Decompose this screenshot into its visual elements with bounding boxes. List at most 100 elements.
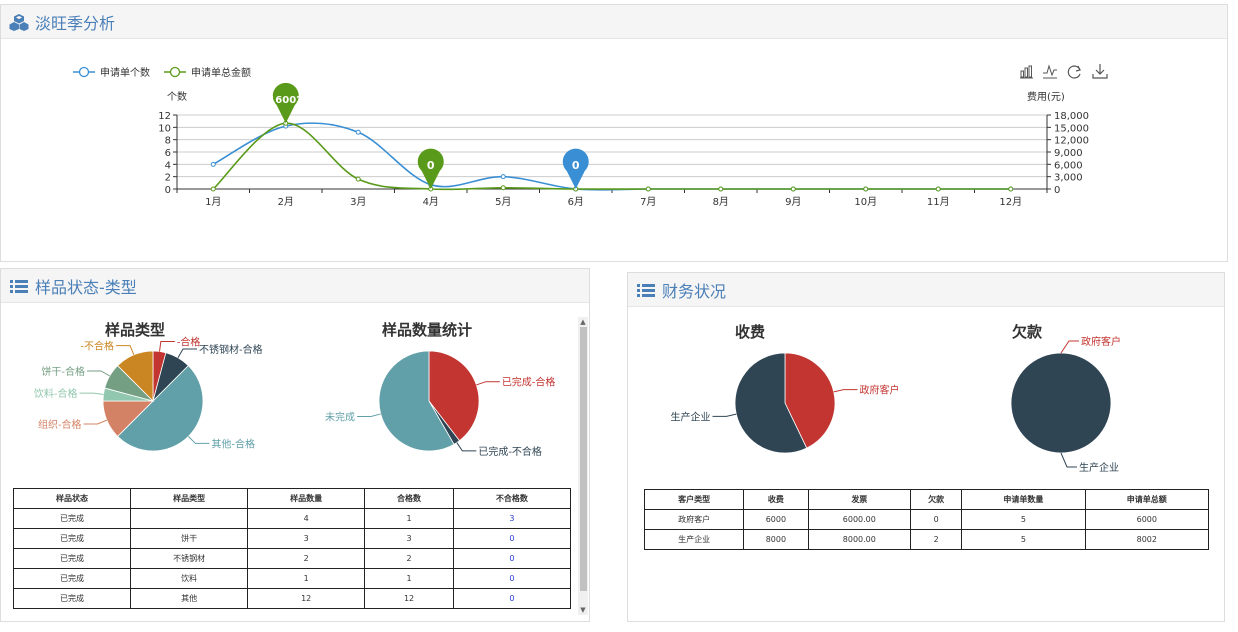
- sample-panel-header: 样品状态-类型: [1, 269, 589, 303]
- pie-label: -合格: [177, 336, 201, 349]
- table-row: 已完成 饼干 3 3 0: [12, 528, 572, 549]
- scroll-up-icon[interactable]: ▲: [578, 317, 588, 327]
- table-cell: 3: [247, 528, 366, 549]
- pie-label-line: [87, 370, 110, 377]
- table-cell: 8000: [743, 529, 809, 550]
- sample-count-pie-chart: 样品数量统计已完成-合格已完成-不合格 未完成: [325, 321, 555, 458]
- y-right-tick-label: 15,000: [1054, 123, 1089, 134]
- pie-label-line: [476, 381, 500, 386]
- table-cell: 12: [364, 588, 454, 609]
- x-tick-label: 11月: [927, 196, 950, 208]
- table-cell: 已完成: [12, 588, 132, 609]
- line: [1043, 64, 1057, 77]
- marker-pin[interactable]: 0: [562, 148, 589, 189]
- sample-table: 样品状态 样品类型 样品数量 合格数 不合格数 已完成 4 1 3 已完成 饼干 3 3 0 已完成 不锈钢…: [12, 488, 572, 609]
- data-point[interactable]: [355, 176, 361, 182]
- table-cell: 饼干: [130, 528, 249, 549]
- table-row: 已完成 饮料 1 1 0: [12, 568, 572, 589]
- table-cell: [130, 508, 249, 529]
- table-row: 政府客户 6000 6000.00 0 5 6000: [643, 509, 1210, 530]
- x-tick-label: 4月: [423, 196, 439, 208]
- table-row: 已完成 4 1 3: [12, 508, 572, 529]
- table-cell: 5: [961, 529, 1086, 550]
- data-point[interactable]: [500, 174, 506, 180]
- data-point[interactable]: [863, 186, 869, 192]
- pie-label-line: [833, 389, 858, 393]
- marker-pin[interactable]: 0: [417, 148, 444, 189]
- marker-pin[interactable]: 16002: [268, 82, 303, 124]
- scroll-down-icon[interactable]: ▼: [578, 605, 588, 615]
- y-tick-label: 12: [158, 111, 171, 122]
- table-cell[interactable]: 0: [452, 528, 572, 549]
- x-tick-label: 8月: [713, 196, 729, 208]
- pie-label-line: [159, 341, 175, 352]
- data-point[interactable]: [355, 129, 361, 135]
- x-tick-label: 12月: [999, 196, 1022, 208]
- finance-table: 客户类型 收费 发票 欠款 申请单数量 申请单总额 政府客户 6000 6000.00 0 5 60…: [643, 489, 1210, 550]
- data-point[interactable]: [1008, 186, 1014, 192]
- x-tick-label: 2月: [278, 196, 294, 208]
- bar: [1024, 67, 1028, 78]
- y-tick-label: 8: [165, 136, 171, 147]
- table-cell[interactable]: 3: [452, 508, 572, 529]
- list-icon: [637, 283, 655, 297]
- scrollbar-thumb[interactable]: [580, 327, 587, 591]
- legend-symbol: [78, 66, 90, 78]
- cubes-icon: [9, 13, 29, 31]
- pie-label: 生产企业: [671, 410, 711, 423]
- season-panel-header: 淡旺季分析: [1, 5, 1227, 39]
- table-cell: 不锈钢材: [130, 548, 249, 569]
- column-header: 发票: [807, 489, 912, 510]
- legend-label: 申请单个数: [100, 66, 150, 79]
- table-cell[interactable]: 0: [452, 588, 572, 609]
- pie-label-line: [188, 436, 210, 444]
- pie-slices: [102, 350, 204, 452]
- column-header: 收费: [743, 489, 809, 510]
- table-cell: 0: [910, 509, 963, 530]
- pin-label: 0: [572, 159, 580, 172]
- y-right-tick-label: 3,000: [1054, 173, 1083, 184]
- column-header: 客户类型: [643, 489, 745, 510]
- pie-label-line: [357, 413, 381, 418]
- table-cell: 2: [364, 548, 454, 569]
- data-point[interactable]: [500, 185, 506, 191]
- y-axis-right-title: 费用(元): [1027, 90, 1065, 103]
- pie-title: 样品类型: [105, 321, 165, 339]
- column-header: 不合格数: [452, 488, 572, 509]
- data-point[interactable]: [210, 161, 216, 167]
- y-tick-label: 4: [165, 160, 171, 171]
- data-point[interactable]: [645, 186, 651, 192]
- table-cell: 5: [961, 509, 1086, 530]
- sample-panel-scrollbar[interactable]: ▲ ▼: [578, 317, 588, 615]
- x-tick-label: 10月: [854, 196, 877, 208]
- x-tick-label: 1月: [205, 196, 221, 208]
- table-cell[interactable]: 0: [452, 568, 572, 589]
- y-right-tick-label: 0: [1054, 185, 1060, 196]
- table-cell[interactable]: 0: [452, 548, 572, 569]
- download-icon[interactable]: [1092, 64, 1108, 79]
- column-header: 样品数量: [247, 488, 366, 509]
- series-line: [212, 122, 1011, 191]
- table-cell: 6000.00: [807, 509, 912, 530]
- y-tick-label: 2: [165, 173, 171, 184]
- legend-symbol: [169, 66, 181, 78]
- table-cell: 已完成: [12, 528, 132, 549]
- line-chart-icon[interactable]: [1043, 64, 1057, 79]
- data-point[interactable]: [935, 186, 941, 192]
- refresh-icon[interactable]: [1067, 65, 1081, 79]
- legend-item[interactable]: 申请单总金额: [164, 66, 251, 79]
- finance-panel-header: 财务状况: [628, 273, 1224, 307]
- pie-label: -不合格: [80, 340, 114, 353]
- data-point[interactable]: [718, 186, 724, 192]
- pie-label-line: [177, 348, 197, 358]
- sample-panel-title: 样品状态-类型: [35, 277, 137, 297]
- table-cell: 生产企业: [643, 529, 745, 550]
- data-point[interactable]: [790, 186, 796, 192]
- pie-label: 政府客户: [1081, 335, 1121, 348]
- legend-item[interactable]: 申请单个数: [73, 66, 150, 79]
- pie-slice[interactable]: [1010, 352, 1112, 454]
- data-point[interactable]: [210, 186, 216, 192]
- bar-chart-icon[interactable]: [1020, 65, 1033, 79]
- y-axis-title: 个数: [167, 90, 187, 103]
- pie-label-line: [1060, 452, 1077, 468]
